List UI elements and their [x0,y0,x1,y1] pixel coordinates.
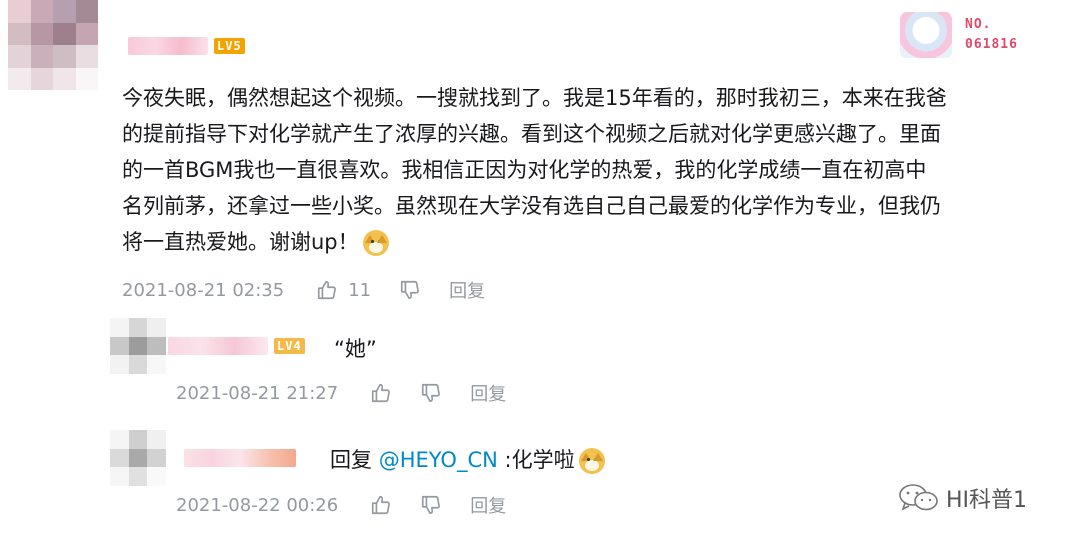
mention-link[interactable]: @HEYO_CN [379,448,498,472]
thumbs-up-icon [372,383,391,403]
level-badge: LV4 [274,338,305,354]
dislike-button[interactable] [399,279,421,301]
username[interactable] [128,37,208,55]
reply-time: 2021-08-22 00:26 [176,494,339,516]
like-button[interactable] [370,494,392,516]
reply-content: “她” [334,337,377,361]
reply-avatar[interactable] [110,318,166,374]
watermark-text: HI科普1 [946,488,1028,513]
like-button[interactable]: 11 [316,279,371,301]
dislike-button[interactable] [420,494,442,516]
reply-username[interactable] [184,449,296,467]
comment-line: 的提前指导下对化学就产生了浓厚的兴趣。看到这个视频之后就对化学更感兴趣了。里面 [122,122,941,146]
watermark: HI科普1 [898,482,1027,514]
reply-content: 回复 @HEYO_CN :化学啦 [330,444,605,474]
avatar[interactable] [8,0,98,90]
like-count: 11 [348,279,372,301]
comment-line: 将一直热爱她。谢谢up！ [122,224,947,260]
fan-badge-number: 061816 [965,37,1018,52]
fan-badge: NO. 061816 [895,12,1040,58]
doge-emoji-icon [578,448,605,474]
reply-prefix: 回复 [330,448,372,472]
dislike-button[interactable] [420,382,442,404]
comment-content: 今夜失眠，偶然想起这个视频。一搜就找到了。我是15年看的，那时我初三，本来在我爸… [122,80,947,260]
comment-time: 2021-08-21 02:35 [122,279,285,301]
thumbs-up-icon [318,280,337,300]
fan-badge-avatar [900,12,952,58]
like-button[interactable] [370,382,392,404]
comment-line: 的一首BGM我也一直很喜欢。我相信正因为对化学的热爱，我的化学成绩一直在初高中 [122,158,927,182]
reply-button[interactable]: 回复 [470,380,506,406]
thumbs-down-icon [401,280,420,300]
reply-button[interactable]: 回复 [449,277,485,303]
thumbs-up-icon [372,495,391,515]
reply-time: 2021-08-21 21:27 [176,382,339,404]
comment-line-text: 将一直热爱她。谢谢up！ [122,230,359,254]
thumbs-down-icon [422,495,441,515]
comment-line: 名列前茅，还拿过一些小奖。虽然现在大学没有选自己自己最爱的化学作为专业，但我仍 [122,194,941,218]
fan-badge-label: NO. [965,17,992,32]
reply-meta: 2021-08-22 00:26 回复 [176,492,506,518]
doge-emoji-icon [362,230,389,256]
thumbs-down-icon [422,383,441,403]
level-badge: LV5 [214,38,245,54]
reply-username[interactable] [168,337,268,355]
comment-meta: 2021-08-21 02:35 11 回复 [122,277,485,303]
reply-meta: 2021-08-21 21:27 回复 [176,380,506,406]
reply-text: :化学啦 [504,448,575,472]
comment-line: 今夜失眠，偶然想起这个视频。一搜就找到了。我是15年看的，那时我初三，本来在我爸 [122,86,947,110]
reply-button[interactable]: 回复 [470,492,506,518]
wechat-icon [899,484,938,511]
reply-avatar[interactable] [110,430,166,486]
